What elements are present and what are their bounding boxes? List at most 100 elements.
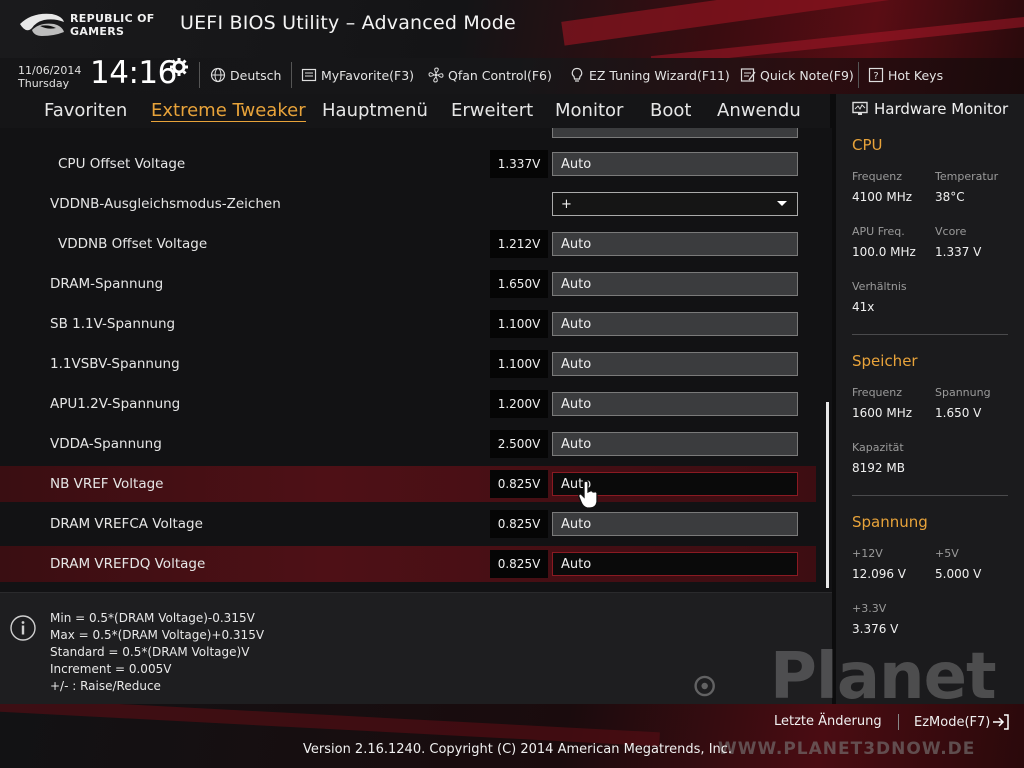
ez-tuning-button[interactable]: EZ Tuning Wizard(F11): [569, 62, 730, 88]
setting-row[interactable]: APU1.2V-Spannung 1.200V Auto: [0, 386, 816, 422]
help-icon: ?: [868, 67, 884, 83]
setting-row-selected[interactable]: DRAM VREFDQ Voltage 0.825V Auto: [0, 546, 816, 582]
svg-text:?: ?: [873, 71, 878, 82]
setting-label: APU1.2V-Spannung: [50, 396, 181, 412]
globe-icon: [210, 67, 226, 83]
divider: [852, 334, 1008, 335]
help-line: +/- : Raise/Reduce: [50, 679, 161, 693]
ez-tuning-label: EZ Tuning Wizard(F11): [589, 67, 730, 83]
scrollbar[interactable]: [826, 402, 829, 588]
hand-cursor-icon: [578, 480, 598, 509]
qfan-button[interactable]: Qfan Control(F6): [428, 62, 552, 88]
app-title: UEFI BIOS Utility – Advanced Mode: [180, 12, 516, 34]
value-input[interactable]: Auto: [552, 352, 798, 376]
setting-row[interactable]: DRAM-Spannung 1.650V Auto: [0, 266, 816, 302]
hot-keys-button[interactable]: ? Hot Keys: [868, 62, 943, 88]
vcore-label: Vcore: [935, 225, 967, 238]
v5-label: +5V: [935, 547, 959, 560]
title-bar: REPUBLIC OF GAMERS UEFI BIOS Utility – A…: [0, 0, 1024, 58]
quick-note-label: Quick Note(F9): [760, 67, 854, 83]
current-value: 1.337V: [490, 150, 548, 178]
current-value: 2.500V: [490, 430, 548, 458]
tab-extreme-tweaker[interactable]: Extreme Tweaker: [151, 100, 306, 122]
apu-freq-label: APU Freq.: [852, 225, 905, 238]
setting-row-hovered[interactable]: NB VREF Voltage 0.825V Auto: [0, 466, 816, 502]
language-button[interactable]: Deutsch: [210, 62, 281, 88]
toolbar-separator: [858, 62, 859, 88]
setting-label: VDDA-Spannung: [50, 436, 162, 452]
toolbar-separator: [199, 62, 200, 88]
setting-label: CPU Offset Voltage: [58, 156, 186, 172]
language-label: Deutsch: [230, 67, 282, 83]
sign-dropdown[interactable]: +: [552, 192, 798, 216]
cpu-freq: 4100 MHz: [852, 190, 913, 204]
current-value: 1.650V: [490, 270, 548, 298]
setting-label: NB VREF Voltage: [50, 476, 164, 492]
setting-row[interactable]: DRAM VREFCA Voltage 0.825V Auto: [0, 506, 816, 542]
value-input[interactable]: Auto: [552, 512, 798, 536]
setting-row[interactable]: CPU Offset Voltage 1.337V Auto: [0, 146, 816, 182]
clock: 14:16: [90, 55, 177, 91]
mem-cap-label: Kapazität: [852, 441, 904, 454]
value-input[interactable]: Auto: [552, 312, 798, 336]
last-change-button[interactable]: Letzte Änderung: [774, 714, 882, 729]
v5: 5.000 V: [935, 567, 982, 581]
divider: [852, 495, 1008, 496]
quick-note-button[interactable]: Quick Note(F9): [740, 62, 854, 88]
memory-heading: Speicher: [852, 352, 918, 370]
help-line: Max = 0.5*(DRAM Voltage)+0.315V: [50, 628, 265, 642]
value-input[interactable]: Auto: [552, 392, 798, 416]
decor-slash: [561, 0, 1024, 46]
setting-row[interactable]: VDDNB Offset Voltage 1.212V Auto: [0, 226, 816, 262]
mem-cap: 8192 MB: [852, 461, 905, 475]
dropdown-value: +: [561, 196, 572, 212]
setting-row[interactable]: VDDA-Spannung 2.500V Auto: [0, 426, 816, 462]
tab-favoriten[interactable]: Favoriten: [44, 100, 127, 121]
logo-text: GAMERS: [70, 25, 125, 38]
main-tabs: Favoriten Extreme Tweaker Hauptmenü Erwe…: [0, 94, 830, 128]
note-icon: [740, 68, 756, 82]
version-text: Version 2.16.1240. Copyright (C) 2014 Am…: [303, 742, 733, 757]
mem-volt: 1.650 V: [935, 406, 982, 420]
value-input[interactable]: Auto: [552, 152, 798, 176]
setting-label: SB 1.1V-Spannung: [50, 316, 176, 332]
tab-erweitert[interactable]: Erweitert: [451, 100, 533, 121]
value-input[interactable]: Auto: [552, 432, 798, 456]
chevron-down-icon: [777, 201, 787, 206]
tab-anwendung[interactable]: Anwendu: [717, 100, 801, 121]
myfavorite-label: MyFavorite(F3): [321, 67, 415, 83]
help-line: Standard = 0.5*(DRAM Voltage)V: [50, 645, 250, 659]
lightbulb-icon: [571, 67, 583, 82]
hardware-monitor: Hardware Monitor CPU Frequenz Temperatur…: [836, 94, 1024, 704]
cpu-temp-label: Temperatur: [935, 170, 999, 183]
value-input[interactable]: Auto: [552, 552, 798, 576]
current-value: 0.825V: [490, 550, 548, 578]
fan-icon: [428, 67, 444, 83]
v12-label: +12V: [852, 547, 883, 560]
setting-row[interactable]: 1.1VSBV-Spannung 1.100V Auto: [0, 346, 816, 382]
hot-keys-label: Hot Keys: [888, 67, 944, 83]
setting-row[interactable]: VDDNB-Ausgleichsmodus-Zeichen +: [0, 186, 816, 222]
cut-off-row-control[interactable]: [552, 128, 798, 138]
v12: 12.096 V: [852, 567, 907, 581]
info-icon: [10, 615, 36, 641]
day-text: Thursday: [18, 77, 70, 90]
value-input[interactable]: Auto: [552, 272, 798, 296]
tab-boot[interactable]: Boot: [650, 100, 691, 121]
setting-label: VDDNB-Ausgleichsmodus-Zeichen: [50, 196, 281, 212]
setting-row[interactable]: SB 1.1V-Spannung 1.100V Auto: [0, 306, 816, 342]
myfavorite-button[interactable]: MyFavorite(F3): [301, 62, 414, 88]
watermark-url: WWW.PLANET3DNOW.DE: [718, 739, 976, 759]
value-input[interactable]: Auto: [552, 232, 798, 256]
gear-icon[interactable]: [170, 58, 188, 76]
rog-eye-icon: [20, 13, 64, 36]
cut-off-row-label: [50, 128, 110, 130]
ezmode-button[interactable]: EzMode(F7): [914, 714, 1010, 730]
tab-monitor[interactable]: Monitor: [555, 100, 623, 121]
vcore: 1.337 V: [935, 245, 982, 259]
tab-hauptmenue[interactable]: Hauptmenü: [322, 100, 428, 121]
cpu-heading: CPU: [852, 136, 883, 154]
rog-logo: REPUBLIC OF GAMERS: [18, 8, 168, 44]
current-value: 1.212V: [490, 230, 548, 258]
logo-text: REPUBLIC OF: [70, 12, 155, 25]
